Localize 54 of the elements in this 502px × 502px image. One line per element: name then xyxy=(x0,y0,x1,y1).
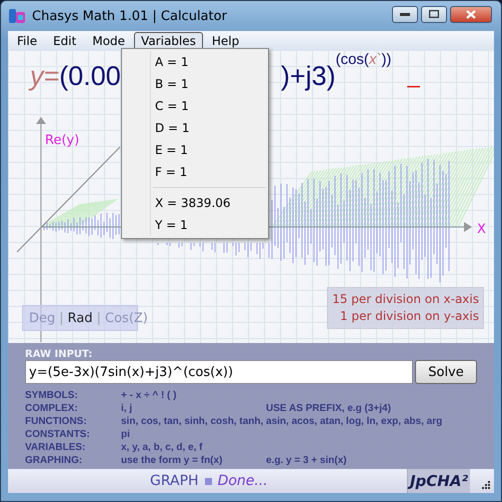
maximize-button[interactable] xyxy=(421,6,447,22)
status-logo: JpCHA² xyxy=(407,469,470,493)
status-message: Done... xyxy=(218,473,268,489)
scale-text: 15 per division on x-axis xyxy=(332,291,479,308)
menu-item[interactable]: Variables xyxy=(134,32,203,50)
text-cursor: _ xyxy=(407,63,420,89)
window-title: Chasys Math 1.01 | Calculator xyxy=(32,8,227,24)
menu-entry[interactable]: F = 1 xyxy=(122,161,268,183)
menu-item[interactable]: Help xyxy=(204,32,246,50)
axis-label: X xyxy=(477,222,486,237)
angle-mode-option[interactable]: Rad xyxy=(68,310,93,326)
maximize-icon xyxy=(429,10,439,18)
input-label: RAW INPUT: xyxy=(25,349,94,360)
menu-entry[interactable]: B = 1 xyxy=(122,73,268,95)
help-label: GRAPHING: xyxy=(25,454,84,467)
minimize-icon xyxy=(400,11,410,17)
input-field[interactable]: y=(5e-3x)(7sin(x)+j3)^(cos(x)) xyxy=(25,360,413,384)
status-mode: GRAPH xyxy=(150,473,199,489)
menu-entry[interactable]: Y = 1 xyxy=(122,214,268,236)
help-text: + - x ÷ ^ ! ( ) xyxy=(121,389,178,402)
axis-label: Re(y) xyxy=(45,133,80,148)
minimize-button[interactable] xyxy=(392,6,418,22)
menu-entry[interactable]: A = 1 xyxy=(122,51,268,73)
help-text: pi xyxy=(121,428,131,441)
help-label: SYMBOLS: xyxy=(25,389,79,402)
separator-text: | xyxy=(59,310,64,326)
menu-item[interactable]: File xyxy=(10,32,44,50)
menu-entry[interactable]: X = 3839.06 xyxy=(122,192,268,214)
help-text: sin, cos, tan, sinh, cosh, tanh, asin, acos, atan, log, ln, exp, abs, arg xyxy=(121,415,444,428)
equation-text: y=(0.00 xyxy=(30,60,121,92)
close-icon xyxy=(466,10,476,18)
menu-entry[interactable]: C = 1 xyxy=(122,95,268,117)
scale-text: 1 per division on y-axis xyxy=(340,308,479,325)
equation-exponent: (cos(x`)) xyxy=(336,50,392,68)
solve-button[interactable]: Solve xyxy=(415,360,477,384)
help-label: FUNCTIONS: xyxy=(25,415,88,428)
help-text: x, y, a, b, c, d, e, f xyxy=(121,441,204,454)
help-note: USE AS PREFIX, e.g (3+j4) xyxy=(266,402,392,415)
menu-entry[interactable]: E = 1 xyxy=(122,139,268,161)
status-square-icon xyxy=(204,478,212,484)
separator-text: | xyxy=(96,310,102,326)
help-text: i, j xyxy=(121,402,134,415)
app-icon xyxy=(8,7,26,25)
help-label: VARIABLES: xyxy=(25,441,86,454)
menu-entry[interactable]: D = 1 xyxy=(122,117,268,139)
menu-item[interactable]: Edit xyxy=(46,32,84,50)
help-text: use the form y = fn(x) xyxy=(121,454,224,467)
close-button[interactable] xyxy=(450,6,492,22)
help-label: CONSTANTS: xyxy=(25,428,91,441)
equation-text: )+j3) xyxy=(280,60,336,92)
menu-item[interactable]: Mode xyxy=(85,32,132,50)
help-note: e.g. y = 3 + sin(x) xyxy=(266,454,348,467)
resize-grip-icon[interactable] xyxy=(482,481,490,489)
help-label: COMPLEX: xyxy=(25,402,79,415)
